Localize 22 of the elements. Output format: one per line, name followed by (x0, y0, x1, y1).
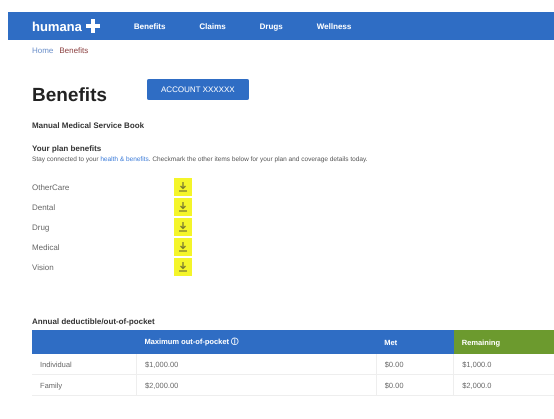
section-subtitle: Manual Medical Service Book (32, 121, 146, 130)
document-label: OtherCare (32, 182, 70, 192)
document-label: Dental (32, 202, 56, 212)
page-title: Benefits (32, 85, 107, 107)
nav-link[interactable]: Wellness (316, 22, 352, 30)
account-button[interactable]: ACCOUNT XXXXXX (146, 78, 249, 100)
table-title: Annual deductible/out-of-pocket (32, 317, 156, 326)
document-label: Drug (32, 222, 50, 232)
breadcrumb-link[interactable]: Benefits (59, 46, 88, 55)
download-icon[interactable] (174, 258, 192, 276)
nav-link[interactable]: Claims (199, 22, 226, 30)
download-icon[interactable] (174, 218, 192, 236)
nav-link[interactable]: Benefits (134, 22, 166, 30)
site-logo[interactable]: humana (32, 18, 100, 34)
download-icon[interactable] (174, 238, 192, 256)
document-label: Vision (32, 262, 55, 272)
nav-link[interactable]: Drugs (260, 22, 283, 30)
download-icon[interactable] (174, 178, 192, 196)
section-heading: Your plan benefits (32, 144, 102, 153)
breadcrumb-link[interactable]: Home (32, 46, 54, 55)
document-label: Medical (32, 242, 61, 252)
download-icon[interactable] (174, 198, 192, 216)
